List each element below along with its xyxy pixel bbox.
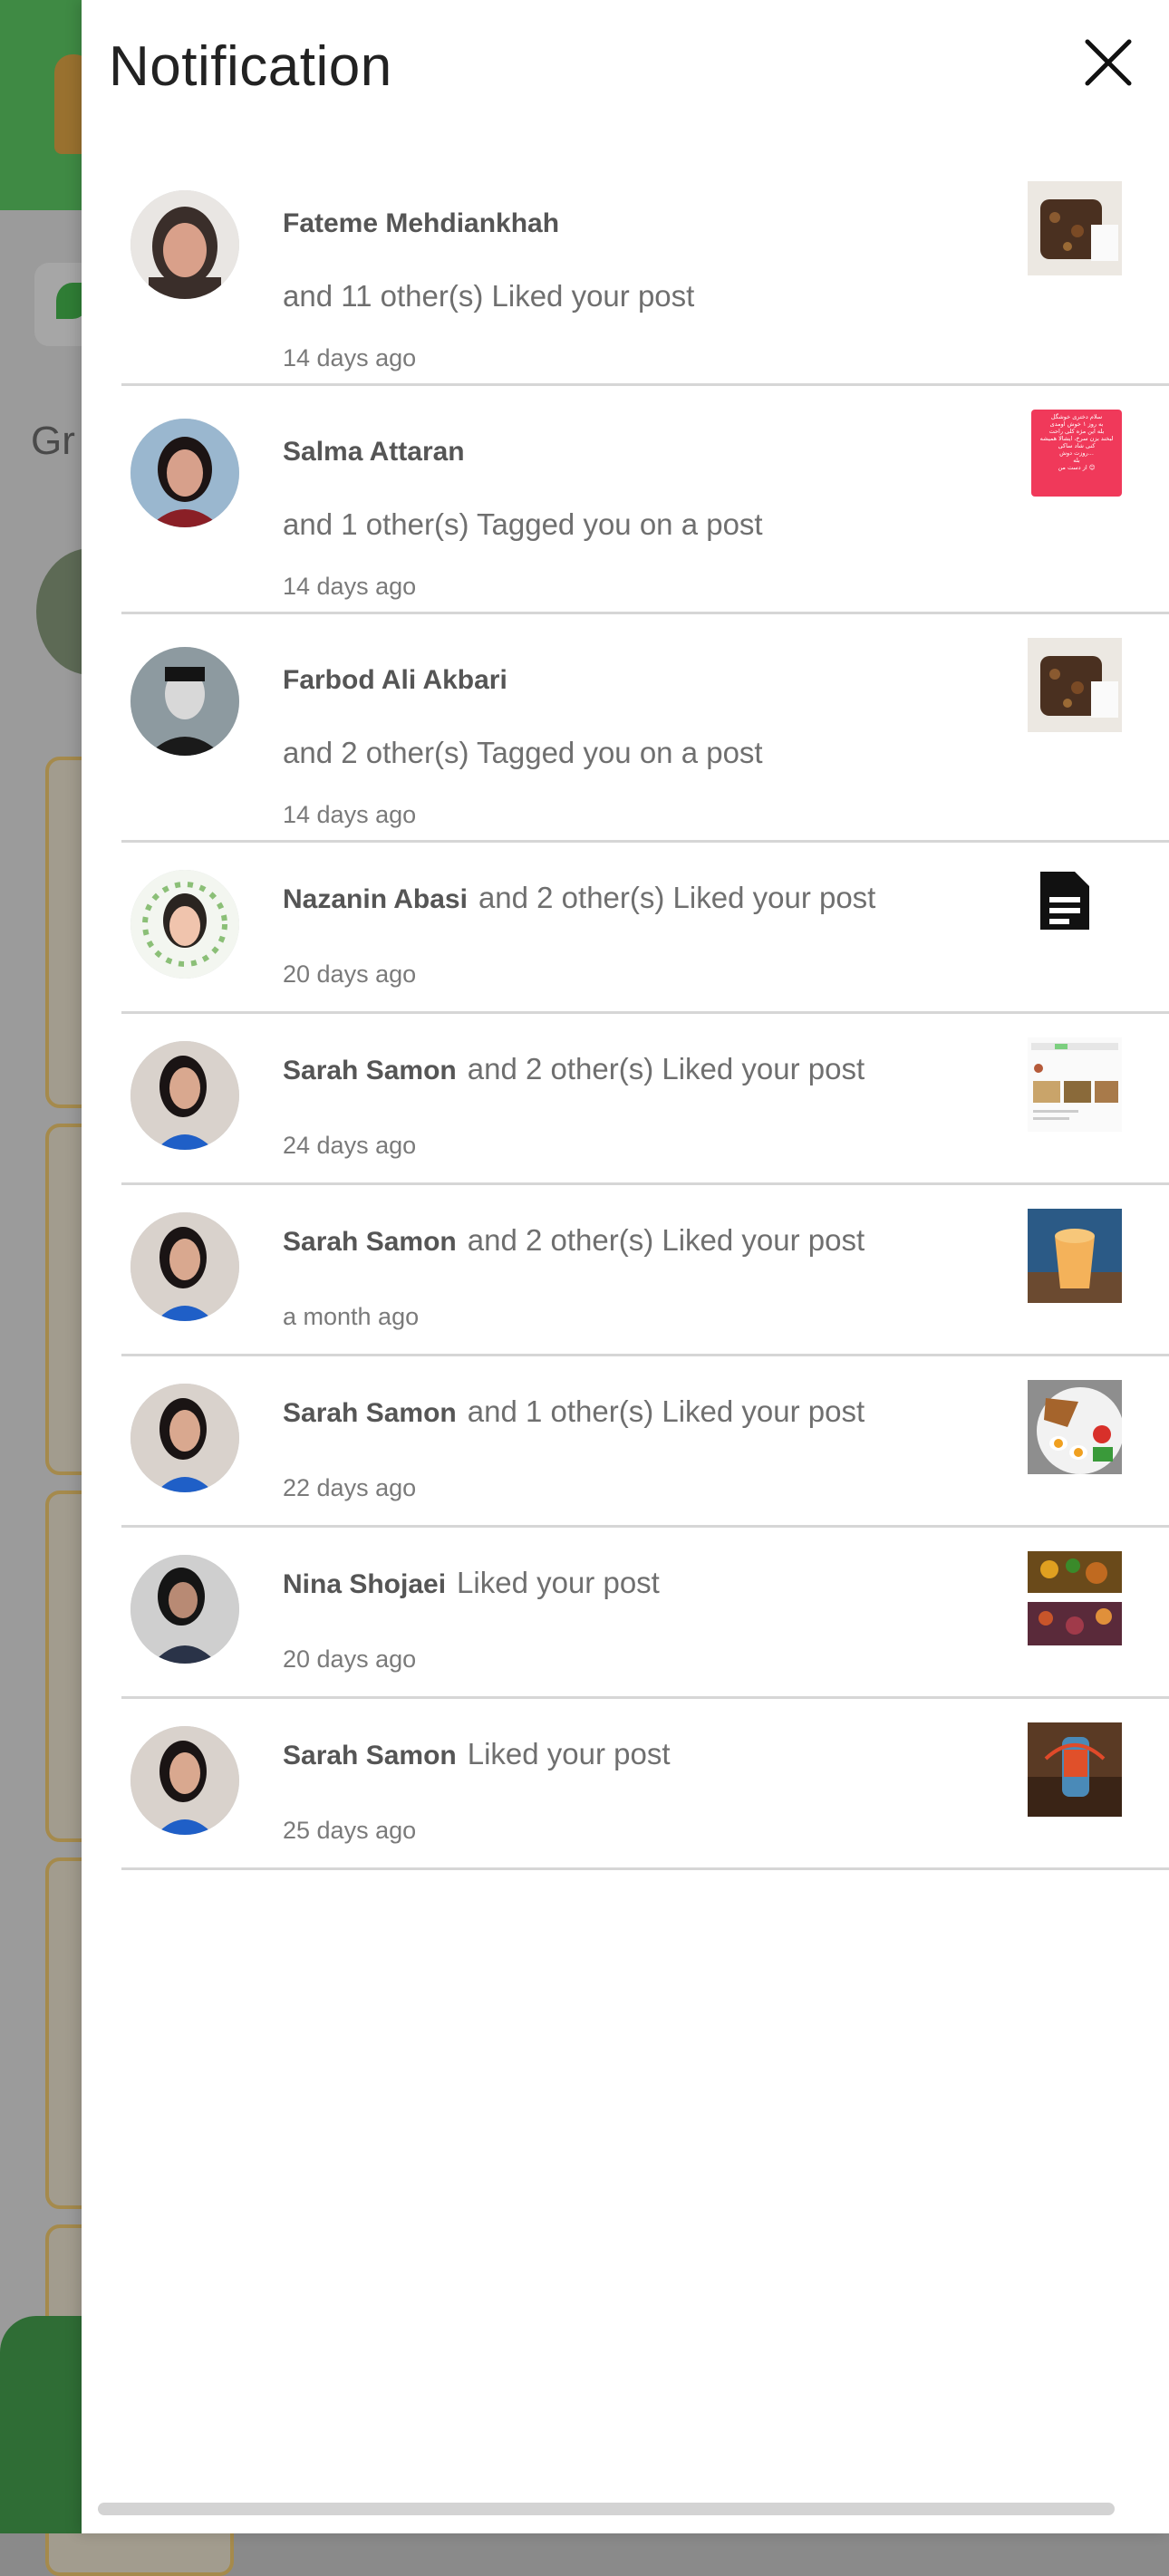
notification-user-name[interactable]: Nina Shojaei xyxy=(283,1569,446,1599)
avatar[interactable] xyxy=(130,1384,239,1492)
notification-user-name[interactable]: Fateme Mehdiankhah xyxy=(283,208,559,239)
drawer-title: Notification xyxy=(109,35,392,98)
notification-user-name[interactable]: Nazanin Abasi xyxy=(283,884,468,914)
thumb-text-line: از دست من 😊 xyxy=(1058,464,1096,471)
thumb-text-line: بله این مژه کلی راحت xyxy=(1048,428,1105,435)
notification-time: 22 days ago xyxy=(283,1474,417,1501)
post-thumbnail[interactable] xyxy=(1028,638,1122,732)
notification-list: Fateme Mehdiankhah and 11 other(s) Liked… xyxy=(121,158,1169,1870)
notification-item[interactable]: Nazanin Abasi and 2 other(s) Liked your p… xyxy=(121,843,1169,1014)
notification-time: 14 days ago xyxy=(283,801,417,828)
post-thumbnail[interactable] xyxy=(1028,1037,1122,1132)
notification-action-text: and 2 other(s) Liked your post xyxy=(467,1223,865,1257)
notification-action-text: and 1 other(s) Tagged you on a post xyxy=(283,507,763,541)
avatar[interactable] xyxy=(130,1041,239,1150)
thumb-text-line: سلام دختری خوشگل xyxy=(1050,413,1103,420)
horizontal-scrollbar[interactable] xyxy=(98,2503,1115,2515)
document-icon[interactable] xyxy=(1031,868,1097,933)
post-thumbnail[interactable] xyxy=(1028,1551,1122,1645)
notification-drawer: Notification Fateme Mehdiankhah and 11 o… xyxy=(82,0,1169,2533)
post-thumbnail[interactable]: سلام دختری خوشگل به روز ۱ خوش اومدی بله … xyxy=(1031,410,1122,497)
avatar[interactable] xyxy=(130,1212,239,1321)
notification-item[interactable]: Sarah Samon Liked your post 25 days ago xyxy=(121,1699,1169,1870)
post-thumbnail[interactable] xyxy=(1028,1722,1122,1817)
notification-action-text: and 1 other(s) Liked your post xyxy=(467,1394,865,1428)
notification-item[interactable]: Nina Shojaei Liked your post 20 days ago xyxy=(121,1528,1169,1699)
notification-item[interactable]: Sarah Samon and 2 other(s) Liked your pos… xyxy=(121,1014,1169,1185)
post-thumbnail[interactable] xyxy=(1028,1209,1122,1303)
close-icon xyxy=(1085,39,1132,86)
close-button[interactable] xyxy=(1078,33,1138,92)
avatar[interactable] xyxy=(130,870,239,979)
thumb-text-line: روزت دوش... xyxy=(1059,449,1094,457)
avatar[interactable] xyxy=(130,647,239,756)
notification-time: 20 days ago xyxy=(283,1645,417,1673)
avatar[interactable] xyxy=(130,190,239,299)
notification-item[interactable]: Sarah Samon and 2 other(s) Liked your pos… xyxy=(121,1185,1169,1356)
notification-user-name[interactable]: Sarah Samon xyxy=(283,1398,457,1428)
notification-item[interactable]: Farbod Ali Akbari and 2 other(s) Tagged … xyxy=(121,614,1169,843)
notification-action-text: and 2 other(s) Tagged you on a post xyxy=(283,736,763,769)
notification-user-name[interactable]: Sarah Samon xyxy=(283,1741,457,1770)
post-thumbnail[interactable] xyxy=(1028,1380,1122,1474)
avatar[interactable] xyxy=(130,1555,239,1664)
notification-item[interactable]: Salma Attaran and 1 other(s) Tagged you … xyxy=(121,386,1169,614)
avatar[interactable] xyxy=(130,419,239,527)
notification-item[interactable]: Sarah Samon and 1 other(s) Liked your pos… xyxy=(121,1356,1169,1528)
notification-action-text: and 2 other(s) Liked your post xyxy=(478,881,876,914)
thumb-text-line: بله xyxy=(1073,457,1080,464)
notification-action-text: and 11 other(s) Liked your post xyxy=(283,279,695,313)
notification-time: 14 days ago xyxy=(283,573,417,600)
post-thumbnail[interactable] xyxy=(1028,181,1122,275)
notification-time: 24 days ago xyxy=(283,1132,417,1159)
notification-time: a month ago xyxy=(283,1303,420,1330)
notification-user-name[interactable]: Sarah Samon xyxy=(283,1056,457,1085)
notification-user-name[interactable]: Salma Attaran xyxy=(283,437,465,468)
notification-user-name[interactable]: Sarah Samon xyxy=(283,1227,457,1257)
background-title: Gr xyxy=(31,419,75,463)
notification-action-text: Liked your post xyxy=(467,1737,671,1770)
notification-action-text: Liked your post xyxy=(457,1566,660,1599)
notification-time: 14 days ago xyxy=(283,344,417,371)
thumb-text-line: به روز ۱ خوش اومدی xyxy=(1049,420,1104,428)
notification-user-name[interactable]: Farbod Ali Akbari xyxy=(283,665,507,696)
notification-time: 25 days ago xyxy=(283,1817,417,1844)
notification-time: 20 days ago xyxy=(283,960,417,988)
avatar[interactable] xyxy=(130,1726,239,1835)
thumb-text-line: کنی شاد ساکی xyxy=(1058,442,1096,449)
thumb-text-line: لبخند بزن سرخ، ایشالا همیشه xyxy=(1039,435,1114,442)
notification-action-text: and 2 other(s) Liked your post xyxy=(467,1052,865,1085)
notification-item[interactable]: Fateme Mehdiankhah and 11 other(s) Liked… xyxy=(121,158,1169,386)
